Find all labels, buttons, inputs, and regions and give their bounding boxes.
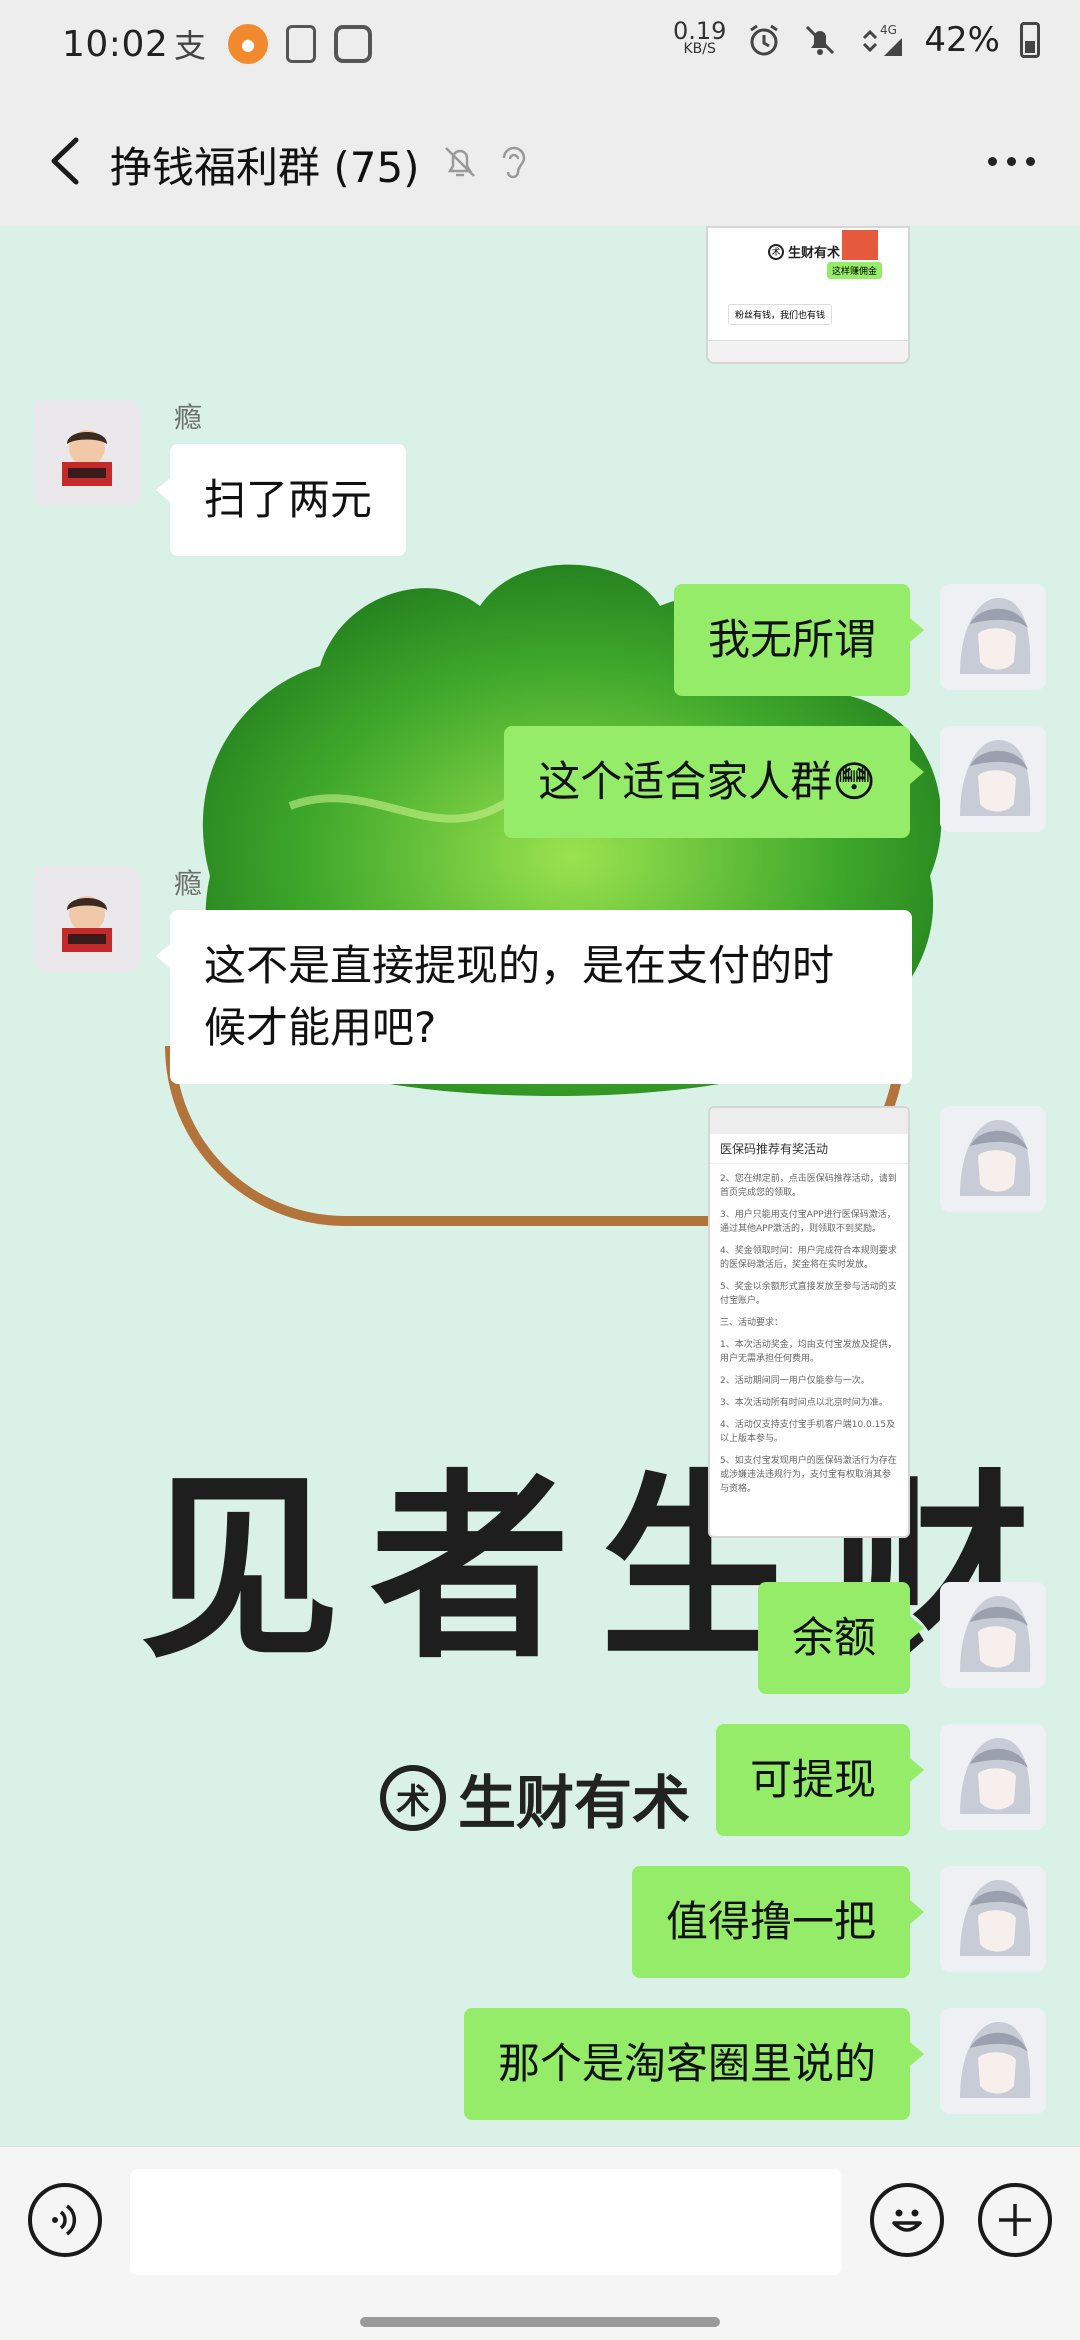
avatar-anime-image [940,1106,1046,1212]
signal-icon: 4G [863,23,903,56]
message-bubble[interactable]: 值得撸一把 [631,1866,925,1978]
avatar-anime-image [940,584,1046,690]
battery-icon [1020,22,1040,58]
battery-percent: 42% [924,20,1000,60]
image-green-tag: 这样赚佣金 [826,262,882,279]
more-functions-button[interactable] [978,2183,1052,2257]
avatar-anime-image [940,1724,1046,1830]
net-speed-value: 0.19 [672,17,727,45]
message-bubble[interactable]: 扫了两元 [155,444,407,556]
image-chat-bubble: 粉丝有钱，我们也有钱 [728,304,833,325]
status-right-icons: 0.19 KB/S 4G 42% [672,17,1040,60]
mute-notification-icon [806,25,835,55]
avatar[interactable] [940,1724,1046,1830]
screenshot-text: 1、本次活动奖金，均由支付宝发放及提供，用户无需承担任何费用。 [720,1340,897,1364]
brand-background-text: 生财有术 [458,1769,691,1837]
screenshot-text: 5、奖金以余额形式直接发放至参与活动的支付宝账户。 [720,1282,897,1306]
screenshot-text: 三、活动要求： [720,1318,784,1328]
chat-messages-area[interactable]: 见者生财 术 生财有术 术 生财有术 这样赚佣金 粉丝有钱，我们也有钱 瘾 扫了… [0,226,1080,2146]
message-input[interactable] [130,2169,842,2275]
screenshot-text: 3、用户只能用支付宝APP进行医保码激活，通过其他APP激活的，则领取不到奖励。 [720,1210,896,1234]
alipay-icon: 支 [173,27,206,65]
screenshot-text: 3、本次活动所有时间点以北京时间为准。 [720,1398,888,1408]
avatar[interactable] [940,1866,1046,1972]
message-bubble[interactable]: 我无所谓 [673,584,925,696]
home-indicator[interactable] [360,2317,720,2327]
screenshot-title: 医保码推荐有奖活动 [710,1134,908,1164]
image-input-bar [708,340,908,362]
dot-icon [1025,156,1035,166]
chevron-left-icon [51,137,79,185]
app-notification-icon: ● [228,24,268,64]
screenshot-text: 4、奖金领取时间：用户完成符合本规则要求的医保码激活后，奖金将在实时发放。 [720,1246,897,1270]
image-message-screenshot[interactable]: 医保码推荐有奖活动 2、您在绑定前，点击医保码推荐活动，请到首页完成您的领取。 … [708,1106,910,1538]
message-bubble[interactable]: 这个适合家人群😳 [504,726,924,838]
chat-title: 挣钱福利群 (75) [110,143,420,192]
message-bubble[interactable]: 这不是直接提现的，是在支付的时 候才能用吧? [156,910,912,1084]
calligraphy-background-text: 见者生财 [140,1451,1061,1686]
smiley-icon [892,2209,922,2232]
voice-icon [52,2204,77,2236]
screenshot-text: 5、如支付宝发现用户的医保码激活行为存在或涉嫌违法违规行为，支付宝有权取消其参与… [720,1456,897,1494]
mute-bell-icon [445,147,475,177]
image-sticker [842,230,878,260]
app-icon [334,25,372,63]
screenshot-text: 2、您在绑定前，点击医保码推荐活动，请到首页完成您的领取。 [720,1174,897,1198]
dot-icon [987,156,997,166]
input-bar [0,2146,1080,2340]
screenshot-text: 4、活动仅支持支付宝手机客户端10.0.15及以上版本参与。 [720,1420,896,1444]
avatar-boy-image [34,866,140,972]
avatar[interactable] [940,584,1046,690]
image-message-top[interactable]: 术 生财有术 这样赚佣金 粉丝有钱，我们也有钱 [706,226,910,364]
status-left-icons: 支 ● [170,24,372,65]
message-text-line: 这不是直接提现的，是在支付的时 [204,941,835,990]
voice-input-button[interactable] [28,2183,102,2257]
status-bar: 10:02 支 ● 0.19 KB/S 4G 42% [0,0,1080,96]
image-brand-text: 生财有术 [788,246,841,261]
message-text-line: 候才能用吧? [204,1003,437,1052]
avatar-anime-image [940,726,1046,832]
screenshot-status-bar [710,1108,908,1134]
plus-icon [999,2204,1031,2236]
signal-label: 4G [880,23,897,37]
document-icon [286,25,316,63]
sender-nickname: 瘾 [174,401,203,434]
avatar[interactable] [34,866,140,972]
avatar[interactable] [34,400,140,506]
emoji-button[interactable] [870,2183,944,2257]
chat-header: 挣钱福利群 (75) [0,96,1080,226]
avatar[interactable] [940,1582,1046,1688]
brand-background: 术 生财有术 [380,1756,690,1840]
message-bubble[interactable]: 余额 [757,1582,925,1694]
earpiece-mode-icon [502,146,526,179]
net-speed: 0.19 KB/S [672,17,727,58]
avatar-anime-image [940,1866,1046,1972]
image-brand-badge: 术 生财有术 [768,242,840,261]
sender-nickname: 瘾 [174,867,203,900]
avatar-anime-image [940,1582,1046,1688]
message-bubble[interactable]: 可提现 [715,1724,925,1836]
avatar-boy-image [34,400,140,506]
screenshot-text: 2、活动期间同一用户仅能参与一次。 [720,1376,870,1386]
avatar[interactable] [940,1106,1046,1212]
avatar[interactable] [940,726,1046,832]
brand-logo-icon: 术 [768,243,784,260]
alarm-icon [750,24,779,56]
dot-icon [1006,156,1016,166]
status-time: 10:02 [62,24,169,65]
more-options-button[interactable] [976,136,1046,186]
avatar-anime-image [940,2008,1046,2114]
message-bubble[interactable]: 那个是淘客圈里说的 [463,2008,925,2120]
back-button[interactable] [30,126,100,196]
avatar[interactable] [940,2008,1046,2114]
brand-logo-icon: 术 [380,1765,446,1831]
